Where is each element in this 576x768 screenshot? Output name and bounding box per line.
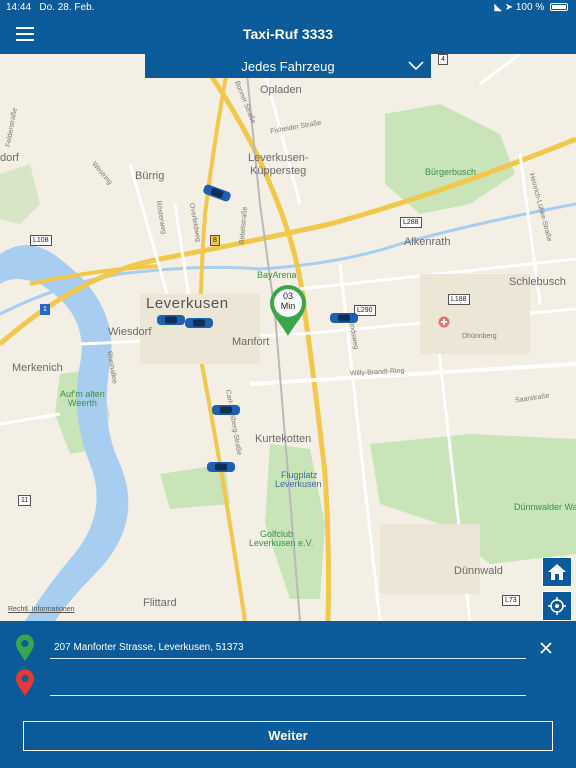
taxi-icon[interactable]: [212, 404, 240, 416]
place-merkenich: Merkenich: [12, 362, 63, 374]
shield-b4: 4: [438, 54, 448, 65]
shield-l188: L188: [448, 294, 470, 305]
poi-aufmalten-line2: Weerth: [68, 398, 97, 408]
vehicle-filter-label: Jedes Fahrzeug: [241, 59, 335, 74]
shield-a1: 1: [40, 304, 50, 315]
poi-golfclub-line2: Leverkusen e.V.: [249, 538, 314, 548]
map-view[interactable]: Opladen Leverkusen- Küppersteg Bürrig Le…: [0, 54, 576, 621]
wifi-icon: ◣: [494, 2, 502, 13]
home-button[interactable]: [542, 557, 572, 587]
pickup-pin-icon: [16, 634, 34, 661]
place-manfort: Manfort: [232, 336, 270, 348]
status-bar: 14:44 Do. 28. Feb. ◣ ➤ 100 %: [0, 0, 576, 16]
locate-me-button[interactable]: [542, 591, 572, 621]
location-icon: ➤: [504, 2, 514, 13]
shield-b11: 11: [18, 495, 32, 506]
vehicle-filter-dropdown[interactable]: Jedes Fahrzeug: [145, 54, 431, 78]
address-panel: 207 Manforter Strasse, Leverkusen, 51373…: [0, 621, 576, 768]
destination-pin-icon: [16, 669, 34, 696]
status-time: 14:44: [6, 2, 32, 13]
continue-button[interactable]: Weiter: [23, 721, 553, 751]
legal-link[interactable]: Rechtl. Informationen: [8, 606, 75, 613]
taxi-icon[interactable]: [185, 317, 213, 329]
taxi-icon[interactable]: [207, 461, 235, 473]
hospital-icon: [438, 316, 450, 328]
place-dorf: dorf: [0, 152, 19, 164]
place-dunnwald: Dünnwald: [454, 565, 503, 577]
poi-flugplatz-line2: Leverkusen: [275, 479, 322, 489]
poi-dunnwalder: Dünnwalder Wa: [514, 502, 576, 512]
place-kurtekotten: Kurtekotten: [255, 433, 312, 445]
poi-bayarena: BayArena: [257, 270, 297, 280]
shield-l108: L108: [30, 235, 52, 246]
taxi-icon[interactable]: [157, 314, 185, 326]
battery-level: 100 %: [515, 2, 545, 13]
shield-b8: 8: [210, 235, 220, 246]
taxi-icon[interactable]: [330, 312, 358, 324]
page-title: Taxi-Ruf 3333: [243, 26, 333, 42]
eta-value: 03: [282, 291, 293, 301]
chevron-down-icon: [408, 61, 424, 71]
place-leverkusen: Leverkusen: [146, 295, 229, 312]
home-icon: [548, 564, 566, 580]
place-flittard: Flittard: [143, 597, 177, 609]
place-alkenrath: Alkenrath: [404, 236, 451, 248]
street-dhunnberg: Dhünnberg: [462, 333, 497, 340]
place-wiesdorf: Wiesdorf: [108, 326, 152, 338]
place-kuppersteg-line1: Leverkusen-: [248, 152, 309, 164]
place-opladen: Opladen: [260, 84, 302, 96]
eta-marker[interactable]: 03 Min: [268, 284, 308, 338]
nav-bar: Taxi-Ruf 3333: [0, 16, 576, 54]
status-date: Do. 28. Feb.: [39, 2, 95, 13]
place-burrig: Bürrig: [135, 170, 165, 182]
battery-icon: [550, 3, 568, 11]
poi-burgerbusch: Bürgerbusch: [425, 167, 477, 177]
eta-unit: Min: [280, 301, 296, 311]
place-kuppersteg-line2: Küppersteg: [250, 165, 307, 177]
clear-icon[interactable]: [538, 640, 554, 656]
shield-l73: L73: [502, 595, 520, 606]
locate-icon: [548, 597, 566, 615]
place-schlebusch: Schlebusch: [509, 276, 566, 288]
destination-address-field[interactable]: [50, 674, 526, 696]
shield-l288: L288: [400, 217, 422, 228]
pickup-address-field[interactable]: 207 Manforter Strasse, Leverkusen, 51373: [50, 637, 526, 659]
